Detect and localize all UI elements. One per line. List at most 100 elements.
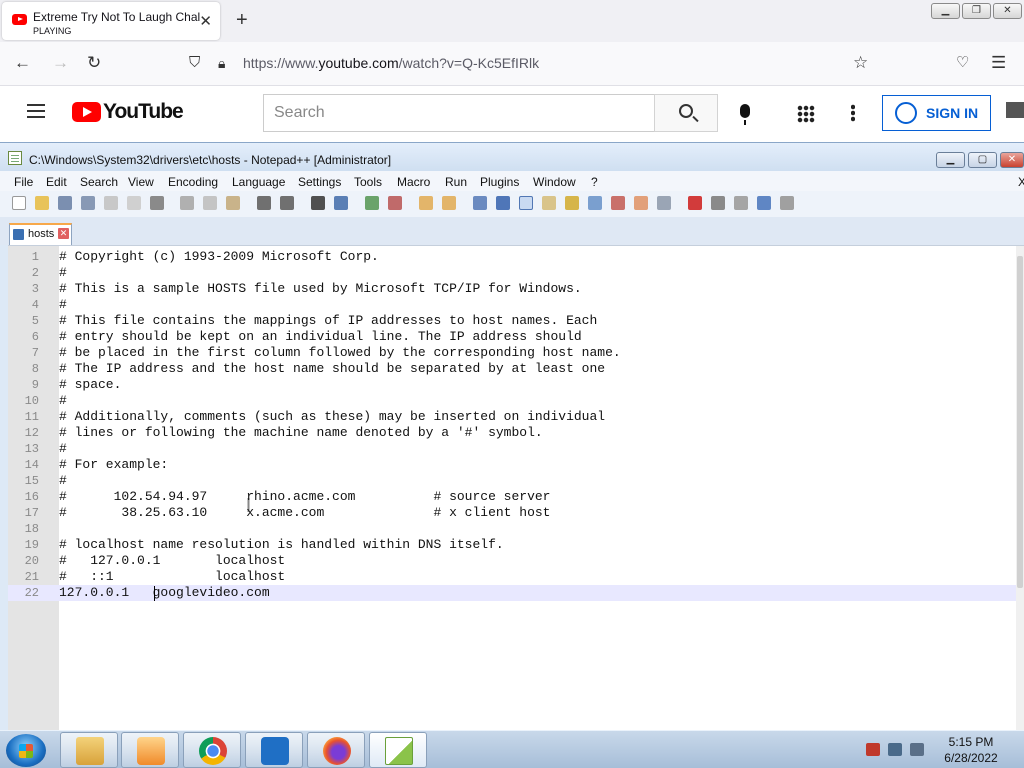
reload-icon[interactable]: ↻ — [87, 54, 101, 72]
youtube-logo-text[interactable]: YouTube — [103, 100, 184, 124]
editor-line[interactable]: 21 # ::1 localhost — [8, 569, 1016, 585]
user-language-icon[interactable] — [542, 196, 556, 210]
pocket-icon[interactable]: ♡ — [956, 54, 969, 72]
menu-close-document[interactable]: X — [1018, 175, 1024, 189]
sign-in-button[interactable]: SIGN IN — [882, 95, 991, 131]
microphone-icon[interactable] — [740, 104, 750, 125]
zoom-out-icon[interactable] — [388, 196, 402, 210]
sync-horizontal-icon[interactable] — [442, 196, 456, 210]
editor-line[interactable]: 1 # Copyright (c) 1993-2009 Microsoft Cor… — [8, 249, 1016, 265]
save-macro-icon[interactable] — [780, 196, 794, 210]
search-button[interactable] — [654, 94, 718, 132]
menu-edit[interactable]: Edit — [46, 175, 67, 189]
taskbar-firefox-button[interactable] — [307, 732, 365, 768]
open-file-icon[interactable] — [35, 196, 49, 210]
editor-line[interactable]: 10 # — [8, 393, 1016, 409]
notepad-minimize-button[interactable]: ▁ — [936, 152, 965, 168]
apps-grid-icon[interactable] — [797, 105, 815, 123]
editor-line[interactable]: 2 # — [8, 265, 1016, 281]
editor-line[interactable]: 7 # be placed in the first column followe… — [8, 345, 1016, 361]
editor-line[interactable]: 15 # — [8, 473, 1016, 489]
function-list-icon[interactable] — [588, 196, 602, 210]
find-icon[interactable] — [311, 196, 325, 210]
menu-icon[interactable]: ☰ — [991, 54, 1006, 72]
volume-icon[interactable] — [910, 743, 924, 756]
cut-icon[interactable] — [180, 196, 194, 210]
youtube-logo-icon[interactable] — [72, 102, 101, 122]
tab-close-icon[interactable]: ✕ — [199, 12, 212, 30]
editor-line[interactable]: 19 # localhost name resolution is handled… — [8, 537, 1016, 553]
redo-icon[interactable] — [280, 196, 294, 210]
editor-line[interactable]: 17 # 38.25.63.10 x.acme.com # x client ho… — [8, 505, 1016, 521]
show-all-chars-icon[interactable] — [496, 196, 510, 210]
bookmark-star-icon[interactable]: ☆ — [853, 54, 868, 72]
action-center-icon[interactable] — [866, 743, 880, 756]
vertical-scrollbar[interactable] — [1016, 246, 1024, 732]
taskbar-app-h-button[interactable] — [245, 732, 303, 768]
editor-line[interactable]: 11 # Additionally, comments (such as thes… — [8, 409, 1016, 425]
back-icon[interactable]: ← — [14, 54, 31, 72]
indent-guide-icon[interactable] — [519, 196, 533, 210]
replace-icon[interactable] — [334, 196, 348, 210]
save-all-icon[interactable] — [81, 196, 95, 210]
editor-line[interactable]: 16 # 102.54.94.97 rhino.acme.com # source… — [8, 489, 1016, 505]
save-icon[interactable] — [58, 196, 72, 210]
document-tab[interactable]: hosts ✕ — [9, 223, 72, 245]
start-button[interactable] — [6, 734, 46, 767]
menu-file[interactable]: File — [14, 175, 33, 189]
new-tab-icon[interactable]: + — [236, 10, 248, 30]
hamburger-menu-icon[interactable] — [27, 104, 45, 118]
minimize-button[interactable]: ▁ — [931, 3, 960, 19]
paste-icon[interactable] — [226, 196, 240, 210]
close-file-icon[interactable] — [104, 196, 118, 210]
menu-plugins[interactable]: Plugins — [480, 175, 519, 189]
text-editor[interactable]: 1 # Copyright (c) 1993-2009 Microsoft Cor… — [8, 245, 1024, 732]
editor-line[interactable]: 14 # For example: — [8, 457, 1016, 473]
taskbar-chrome-button[interactable] — [183, 732, 241, 768]
close-button[interactable]: ✕ — [993, 3, 1022, 19]
folder-as-workspace-icon[interactable] — [611, 196, 625, 210]
menu-settings[interactable]: Settings — [298, 175, 341, 189]
notepad-maximize-button[interactable]: ▢ — [968, 152, 997, 168]
taskbar-notepad-button[interactable] — [369, 732, 427, 768]
run-macro-multiple-icon[interactable] — [757, 196, 771, 210]
taskbar-media-player-button[interactable] — [121, 732, 179, 768]
editor-line[interactable]: 22 127.0.0.1 googlevideo.com — [8, 585, 1016, 601]
notepad-close-button[interactable]: ✕ — [1000, 152, 1024, 168]
editor-line[interactable]: 5 # This file contains the mappings of IP… — [8, 313, 1016, 329]
menu-language[interactable]: Language — [232, 175, 285, 189]
restore-button[interactable]: ❐ — [962, 3, 991, 19]
editor-line[interactable]: 8 # The IP address and the host name shou… — [8, 361, 1016, 377]
network-icon[interactable] — [888, 743, 902, 756]
word-wrap-icon[interactable] — [473, 196, 487, 210]
zoom-in-icon[interactable] — [365, 196, 379, 210]
menu-macro[interactable]: Macro — [397, 175, 430, 189]
menu-window[interactable]: Window — [533, 175, 576, 189]
eye-icon[interactable] — [657, 196, 671, 210]
editor-line[interactable]: 13 # — [8, 441, 1016, 457]
editor-line[interactable]: 3 # This is a sample HOSTS file used by M… — [8, 281, 1016, 297]
play-macro-icon[interactable] — [734, 196, 748, 210]
menu-tools[interactable]: Tools — [354, 175, 382, 189]
scrollbar-thumb[interactable] — [1017, 256, 1023, 588]
editor-line[interactable]: 18 — [8, 521, 1016, 537]
stop-record-icon[interactable] — [711, 196, 725, 210]
editor-line[interactable]: 9 # space. — [8, 377, 1016, 393]
notepad-title-bar[interactable]: C:\Windows\System32\drivers\etc\hosts - … — [0, 143, 1024, 171]
print-icon[interactable] — [150, 196, 164, 210]
url-bar[interactable]: https://www.youtube.com/watch?v=Q-Kc5EfI… — [243, 55, 539, 71]
browser-tab[interactable]: Extreme Try Not To Laugh Chal PLAYING ✕ — [2, 2, 220, 40]
search-input[interactable]: Search — [263, 94, 655, 132]
sync-vertical-icon[interactable] — [419, 196, 433, 210]
close-all-icon[interactable] — [127, 196, 141, 210]
menu-help[interactable]: ? — [591, 175, 598, 189]
menu-encoding[interactable]: Encoding — [168, 175, 218, 189]
clock[interactable]: 5:15 PM 6/28/2022 — [936, 734, 1006, 766]
editor-line[interactable]: 20 # 127.0.0.1 localhost — [8, 553, 1016, 569]
taskbar-explorer-button[interactable] — [60, 732, 118, 768]
tab-close-icon[interactable]: ✕ — [58, 228, 69, 239]
undo-icon[interactable] — [257, 196, 271, 210]
copy-icon[interactable] — [203, 196, 217, 210]
menu-view[interactable]: View — [128, 175, 154, 189]
new-file-icon[interactable] — [12, 196, 26, 210]
